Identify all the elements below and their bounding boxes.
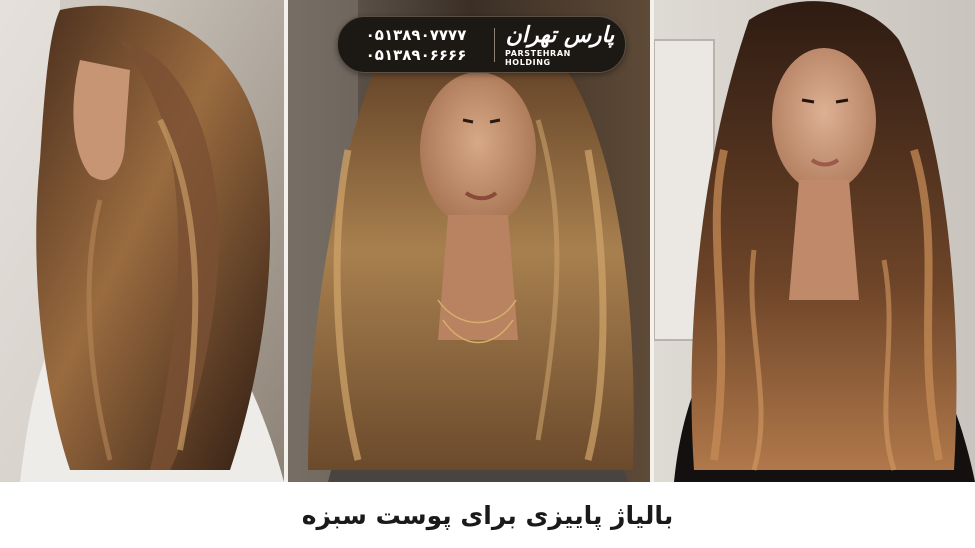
- photo-collage: ۰۵۱۳۸۹۰۷۷۷۷ ۰۵۱۳۸۹۰۶۶۶۶ پارس تهران PARST…: [0, 0, 975, 482]
- phone-number-1[interactable]: ۰۵۱۳۸۹۰۷۷۷۷: [366, 25, 467, 45]
- photo-left-profile: [0, 0, 284, 482]
- photo-right-wavy: [654, 0, 975, 482]
- brand-logo: پارس تهران: [505, 21, 615, 48]
- badge-divider: [494, 27, 495, 62]
- phone-number-2[interactable]: ۰۵۱۳۸۹۰۶۶۶۶: [366, 45, 467, 65]
- caption-bar: بالیاژ پاییزی برای پوست سبزه: [0, 482, 975, 548]
- brand-block: پارس تهران PARSTEHRAN HOLDING: [505, 23, 615, 67]
- phone-numbers: ۰۵۱۳۸۹۰۷۷۷۷ ۰۵۱۳۸۹۰۶۶۶۶: [338, 25, 484, 65]
- caption-title: بالیاژ پاییزی برای پوست سبزه: [301, 500, 674, 530]
- contact-badge: ۰۵۱۳۸۹۰۷۷۷۷ ۰۵۱۳۸۹۰۶۶۶۶ پارس تهران PARST…: [337, 16, 626, 73]
- brand-name: PARSTEHRAN HOLDING: [505, 48, 571, 67]
